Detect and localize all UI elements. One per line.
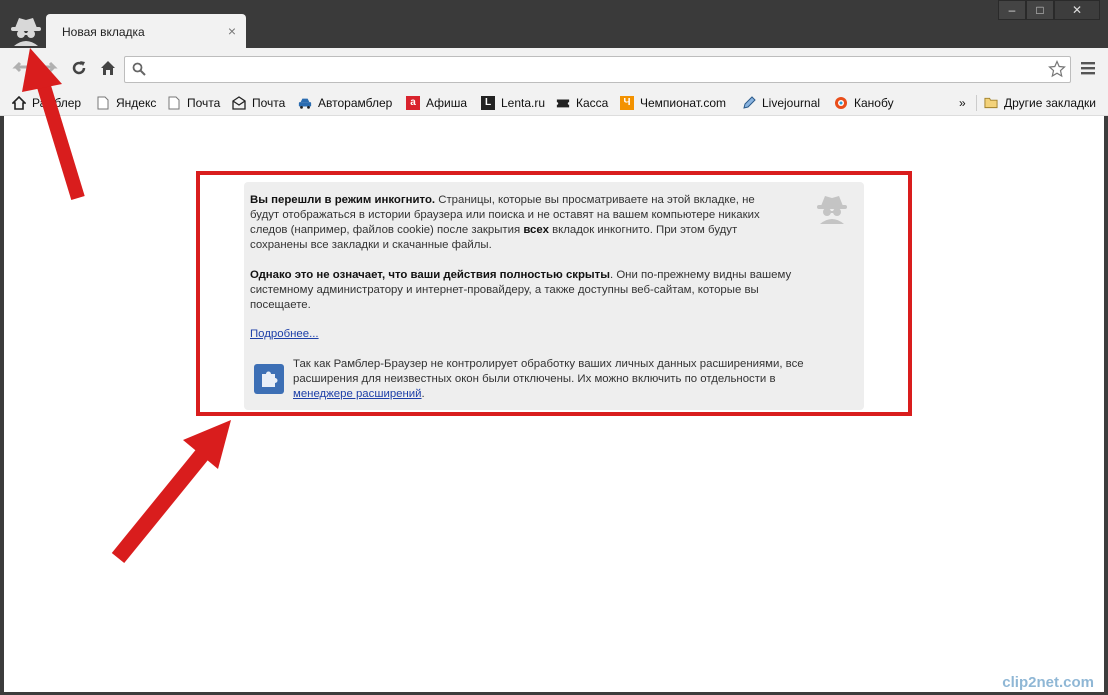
watermark: clip2net.com [1002, 674, 1094, 691]
arrow-to-info-box [111, 420, 231, 564]
annotation-arrows [22, 48, 231, 564]
arrow-to-incognito-icon [22, 48, 85, 201]
